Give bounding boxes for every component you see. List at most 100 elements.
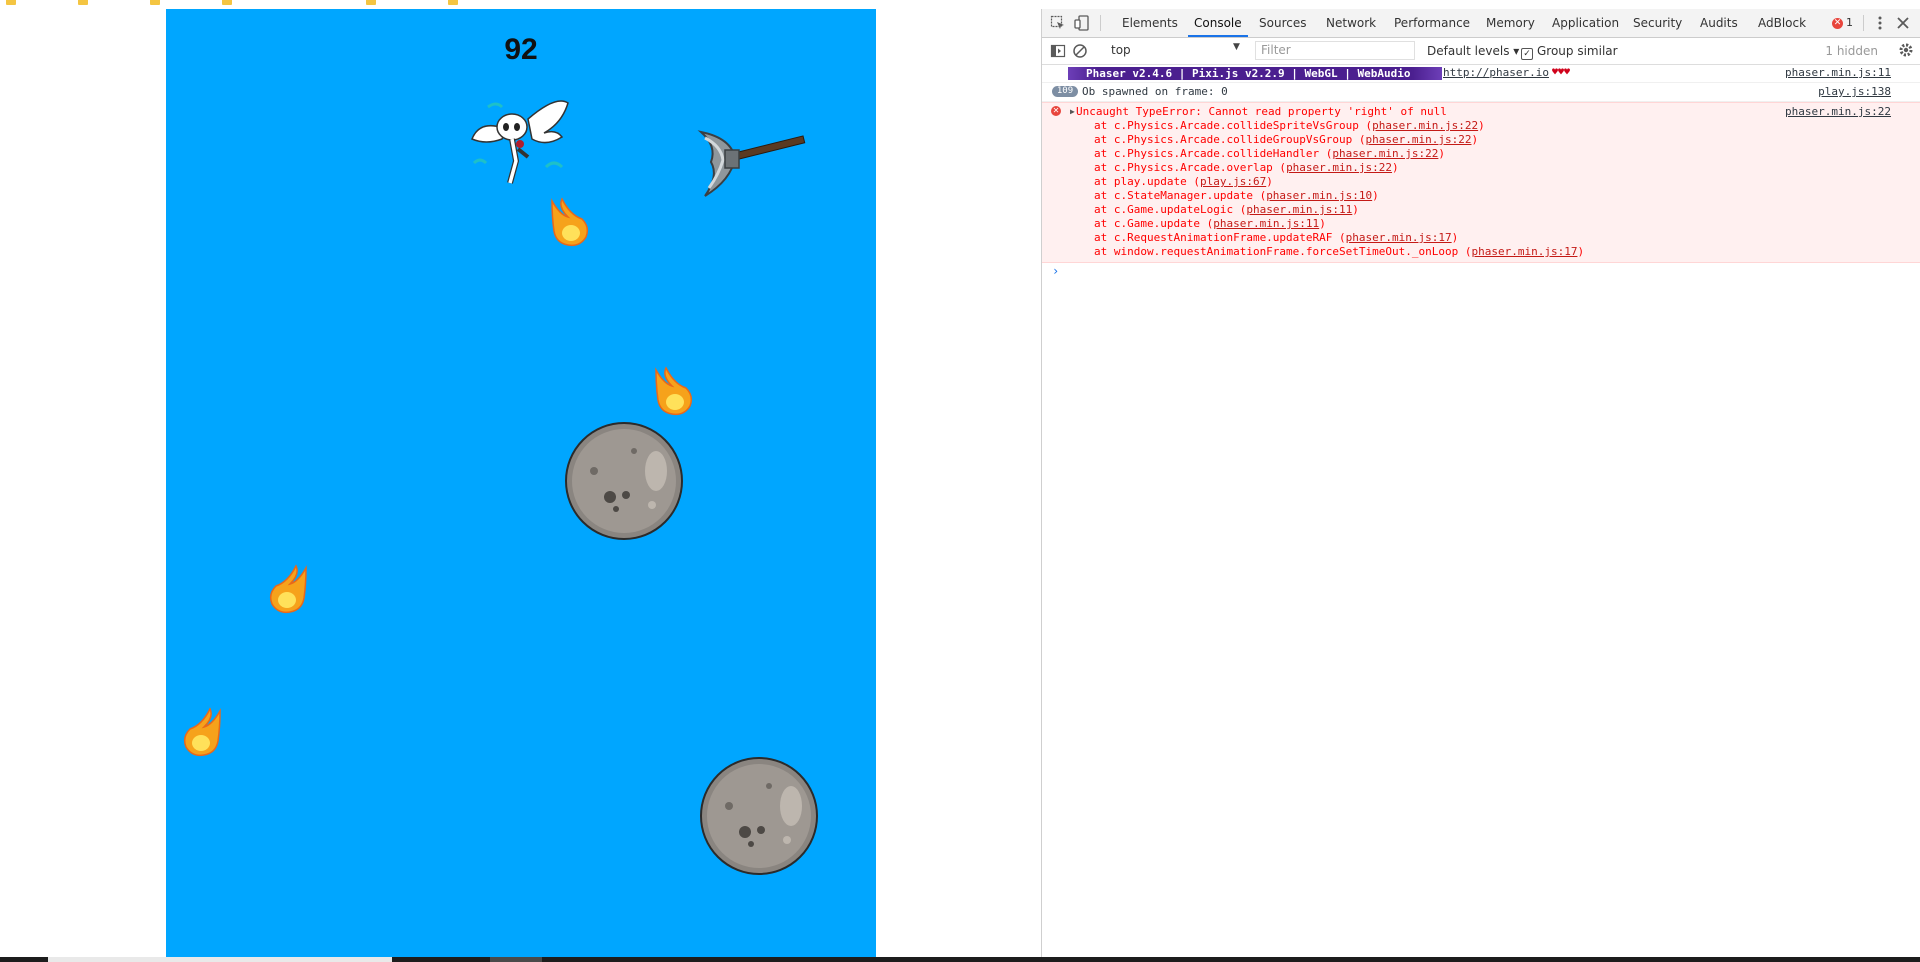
fireball-sprite	[551, 197, 589, 247]
stack-frame-link[interactable]: phaser.min.js:22	[1372, 119, 1478, 132]
console-toolbar: top ▼ Filter Default levels ▾ ✓ Group sim…	[1042, 38, 1920, 65]
tab-application[interactable]: Application	[1546, 9, 1625, 37]
tab-separator	[1863, 15, 1864, 31]
stack-frame-link[interactable]: play.js:67	[1200, 175, 1266, 188]
stack-frame-link[interactable]: phaser.min.js:22	[1286, 161, 1392, 174]
checkbox-checked-icon[interactable]: ✓	[1521, 48, 1533, 60]
message-source-link[interactable]: phaser.min.js:11	[1785, 66, 1891, 80]
clear-console-icon[interactable]	[1072, 43, 1088, 59]
stack-frame: at play.update (play.js:67)	[1042, 175, 1920, 189]
game-page: 92	[0, 9, 1041, 957]
close-icon[interactable]	[1895, 15, 1911, 31]
score-counter: 92	[504, 33, 538, 66]
stack-frame-function: at c.Physics.Arcade.collideGroupVsGroup …	[1094, 133, 1366, 146]
bookmark-folder-icon[interactable]	[222, 0, 232, 5]
error-title-row[interactable]: ▶ Uncaught TypeError: Cannot read proper…	[1042, 105, 1920, 119]
stack-frame-function: at c.StateManager.update (	[1094, 189, 1267, 202]
tab-adblock[interactable]: AdBlock	[1752, 9, 1812, 37]
filter-input[interactable]: Filter	[1255, 41, 1415, 60]
stack-frame-link[interactable]: phaser.min.js:11	[1246, 203, 1352, 216]
stack-frame-function: at c.Game.update (	[1094, 217, 1214, 230]
stack-frame-close: )	[1372, 189, 1379, 202]
stack-frame-link[interactable]: phaser.min.js:11	[1213, 217, 1319, 230]
stack-frame-close: )	[1319, 217, 1326, 230]
tab-memory[interactable]: Memory	[1480, 9, 1541, 37]
bookmark-folder-icon[interactable]	[448, 0, 458, 5]
stack-frame: at c.Physics.Arcade.collideSpriteVsGroup…	[1042, 119, 1920, 133]
message-source-link[interactable]: play.js:138	[1818, 85, 1891, 99]
stack-frame: at c.Game.update (phaser.min.js:11)	[1042, 217, 1920, 231]
show-sidebar-icon[interactable]	[1050, 43, 1066, 59]
phaser-link[interactable]: http://phaser.io	[1443, 66, 1549, 80]
stack-frame-function: at play.update (	[1094, 175, 1200, 188]
taskbar	[0, 957, 1920, 962]
device-toolbar-icon[interactable]	[1074, 15, 1090, 31]
console-prompt-row[interactable]: ›	[1042, 263, 1920, 281]
repeat-count-badge: 109	[1052, 86, 1078, 97]
tab-elements[interactable]: Elements	[1116, 9, 1184, 37]
log-levels-dropdown[interactable]: Default levels ▾	[1427, 44, 1519, 58]
phaser-banner: Phaser v2.4.6 | Pixi.js v2.2.9 | WebGL |…	[1068, 67, 1442, 80]
console-message-error[interactable]: ✕ ▶ Uncaught TypeError: Cannot read prop…	[1042, 102, 1920, 263]
tab-network[interactable]: Network	[1320, 9, 1382, 37]
stack-frame: at c.StateManager.update (phaser.min.js:…	[1042, 189, 1920, 203]
tab-performance[interactable]: Performance	[1388, 9, 1476, 37]
stack-frame-link[interactable]: phaser.min.js:17	[1472, 245, 1578, 258]
stack-frame: at c.Physics.Arcade.overlap (phaser.min.…	[1042, 161, 1920, 175]
expand-triangle-icon[interactable]: ▶	[1070, 105, 1075, 119]
bookmark-folder-icon[interactable]	[150, 0, 160, 5]
console-message-log: 109 Ob spawned on frame: 0 play.js:138	[1042, 83, 1920, 102]
message-source-link[interactable]: phaser.min.js:22	[1785, 105, 1891, 119]
stack-frame: at window.requestAnimationFrame.forceSet…	[1042, 245, 1920, 259]
group-similar-toggle[interactable]: ✓ Group similar	[1521, 44, 1618, 60]
chevron-down-icon[interactable]: ▼	[1233, 42, 1240, 52]
fireball-sprite	[655, 366, 693, 416]
devtools-tab-bar: Elements Console Sources Network Perform…	[1042, 9, 1920, 38]
error-count-badge[interactable]: ✕ 1	[1832, 16, 1853, 30]
bookmark-folder-icon[interactable]	[6, 0, 16, 5]
stack-frame: at c.Physics.Arcade.collideGroupVsGroup …	[1042, 133, 1920, 147]
asteroid-sprite	[700, 757, 818, 875]
stack-frame-close: )	[1266, 175, 1273, 188]
tab-security[interactable]: Security	[1627, 9, 1688, 37]
stack-frame-function: at c.Game.updateLogic (	[1094, 203, 1247, 216]
stack-frame-function: at c.Physics.Arcade.collideSpriteVsGroup…	[1094, 119, 1373, 132]
console-messages: Phaser v2.4.6 | Pixi.js v2.2.9 | WebGL |…	[1042, 65, 1920, 281]
bookmark-folder-icon[interactable]	[366, 0, 376, 5]
devtools-panel: Elements Console Sources Network Perform…	[1041, 9, 1920, 957]
stack-frame: at c.Physics.Arcade.collideHandler (phas…	[1042, 147, 1920, 161]
error-icon: ✕	[1832, 17, 1843, 29]
asteroid-sprite	[565, 422, 683, 540]
stack-frame-close: )	[1392, 161, 1399, 174]
stack-frame-link[interactable]: phaser.min.js:17	[1346, 231, 1452, 244]
tab-console[interactable]: Console	[1188, 9, 1248, 37]
error-title: Uncaught TypeError: Cannot read property…	[1076, 105, 1447, 118]
context-selector[interactable]: top	[1107, 41, 1245, 60]
fireball-sprite	[183, 707, 221, 757]
tab-audits[interactable]: Audits	[1694, 9, 1744, 37]
inspect-element-icon[interactable]	[1050, 15, 1066, 31]
more-options-icon[interactable]	[1872, 15, 1888, 31]
stack-frame-function: at c.Physics.Arcade.collideHandler (	[1094, 147, 1333, 160]
stack-frame-close: )	[1352, 203, 1359, 216]
fireball-sprite	[269, 564, 307, 614]
player-sprite	[471, 100, 569, 184]
hearts-text: ♥♥♥	[1552, 67, 1571, 78]
log-text: Ob spawned on frame: 0	[1082, 85, 1228, 98]
console-message-banner: Phaser v2.4.6 | Pixi.js v2.2.9 | WebGL |…	[1042, 65, 1920, 83]
taskbar-item[interactable]	[490, 957, 542, 962]
stack-frame-link[interactable]: phaser.min.js:22	[1332, 147, 1438, 160]
tab-sources[interactable]: Sources	[1253, 9, 1312, 37]
bookmark-folder-icon[interactable]	[78, 0, 88, 5]
stack-frame-close: )	[1478, 119, 1485, 132]
group-similar-label: Group similar	[1537, 44, 1618, 58]
hidden-messages-count: 1 hidden	[1825, 44, 1878, 58]
stack-frame-link[interactable]: phaser.min.js:10	[1266, 189, 1372, 202]
stack-frame-function: at c.Physics.Arcade.overlap (	[1094, 161, 1287, 174]
bookmarks-bar	[0, 0, 1040, 9]
gear-icon[interactable]	[1898, 42, 1914, 58]
console-prompt-icon[interactable]: ›	[1052, 264, 1059, 278]
stack-frame-link[interactable]: phaser.min.js:22	[1366, 133, 1472, 146]
taskbar-item[interactable]	[48, 957, 392, 962]
game-canvas[interactable]: 92	[166, 9, 876, 957]
